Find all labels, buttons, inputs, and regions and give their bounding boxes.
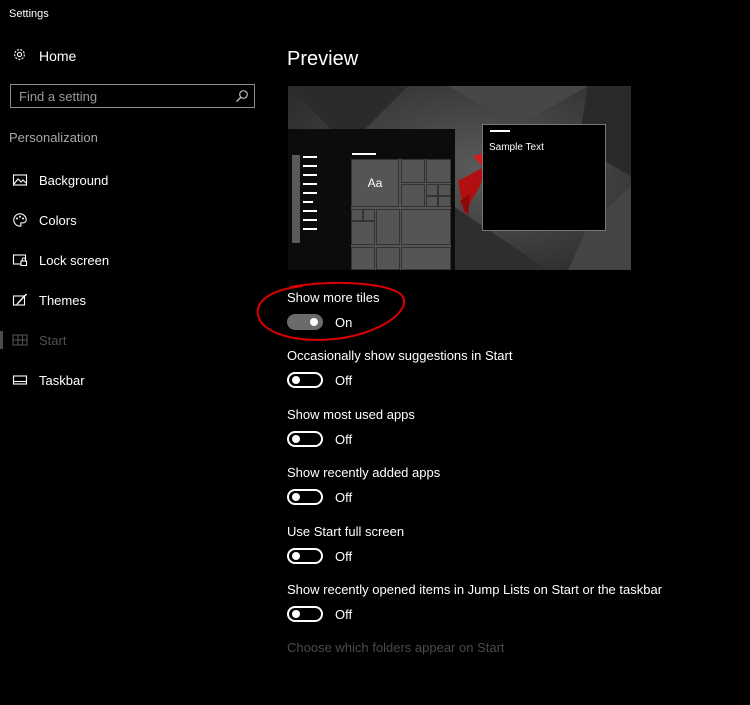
full-screen-toggle[interactable]	[287, 548, 323, 564]
palette-icon	[12, 212, 28, 228]
toggle-state: Off	[335, 606, 353, 622]
sidebar-item-start[interactable]: Start	[0, 320, 270, 360]
sidebar-item-themes[interactable]: Themes	[0, 280, 270, 320]
setting-show-suggestions: Occasionally show suggestions in Start O…	[287, 348, 512, 388]
sidebar-item-label: Start	[39, 332, 67, 348]
search-input[interactable]	[11, 85, 237, 107]
setting-label: Occasionally show suggestions in Start	[287, 348, 513, 363]
sidebar-item-label: Background	[39, 172, 109, 188]
toggle-state: Off	[335, 431, 353, 447]
sidebar-item-lock-screen[interactable]: Lock screen	[0, 240, 270, 280]
gear-icon	[12, 47, 27, 65]
window-title: Settings	[9, 8, 49, 20]
taskbar-icon	[12, 372, 28, 388]
setting-label: Show most used apps	[287, 407, 415, 422]
sidebar-nav: Background Colors Lock screen Themes Sta…	[0, 160, 270, 400]
show-suggestions-toggle[interactable]	[287, 372, 323, 388]
toggle-knob	[292, 493, 300, 501]
home-nav-item[interactable]: Home	[12, 47, 76, 65]
toggle-knob	[310, 318, 318, 326]
picture-icon	[12, 172, 28, 188]
preview-title: Preview	[287, 48, 359, 70]
toggle-state: On	[335, 314, 353, 330]
home-label: Home	[39, 48, 77, 64]
toggle-knob	[292, 552, 300, 560]
sidebar-item-taskbar[interactable]: Taskbar	[0, 360, 270, 400]
toggle-knob	[292, 610, 300, 618]
preview-large-tile: Aa	[351, 159, 399, 207]
jump-lists-toggle[interactable]	[287, 606, 323, 622]
setting-label: Show more tiles	[287, 290, 380, 305]
toggle-knob	[292, 435, 300, 443]
choose-folders-link[interactable]: Choose which folders appear on Start	[287, 640, 505, 655]
preview-window: Sample Text	[482, 124, 606, 231]
toggle-state: Off	[335, 372, 353, 388]
setting-jump-lists: Show recently opened items in Jump Lists…	[287, 582, 662, 622]
setting-show-more-tiles: Show more tiles On	[287, 290, 379, 330]
recently-added-apps-toggle[interactable]	[287, 489, 323, 505]
search-icon[interactable]	[235, 89, 249, 103]
search-box[interactable]	[10, 84, 255, 108]
preview-sample-text: Sample Text	[489, 142, 544, 153]
sidebar-item-label: Themes	[39, 292, 86, 308]
sidebar-item-label: Lock screen	[39, 252, 110, 268]
lock-screen-icon	[12, 252, 28, 268]
start-tiles-icon	[12, 332, 28, 348]
sidebar-item-label: Taskbar	[39, 372, 85, 388]
setting-label: Show recently added apps	[287, 465, 441, 480]
most-used-apps-toggle[interactable]	[287, 431, 323, 447]
preview-start-menu: Aa	[288, 129, 455, 270]
sidebar-item-background[interactable]: Background	[0, 160, 270, 200]
toggle-state: Off	[335, 548, 353, 564]
setting-label: Show recently opened items in Jump Lists…	[287, 582, 663, 597]
setting-most-used-apps: Show most used apps Off	[287, 407, 415, 447]
preview-tiles: Aa	[351, 159, 451, 270]
setting-full-screen: Use Start full screen Off	[287, 524, 404, 564]
show-more-tiles-toggle[interactable]	[287, 314, 323, 330]
setting-label: Use Start full screen	[287, 524, 405, 539]
toggle-knob	[292, 376, 300, 384]
start-preview: Aa Sample Text	[288, 86, 631, 270]
brush-icon	[12, 292, 28, 308]
setting-recently-added-apps: Show recently added apps Off	[287, 465, 440, 505]
toggle-state: Off	[335, 489, 353, 505]
sidebar-item-label: Colors	[39, 212, 77, 228]
section-title: Personalization	[9, 130, 98, 145]
sidebar-item-colors[interactable]: Colors	[0, 200, 270, 240]
